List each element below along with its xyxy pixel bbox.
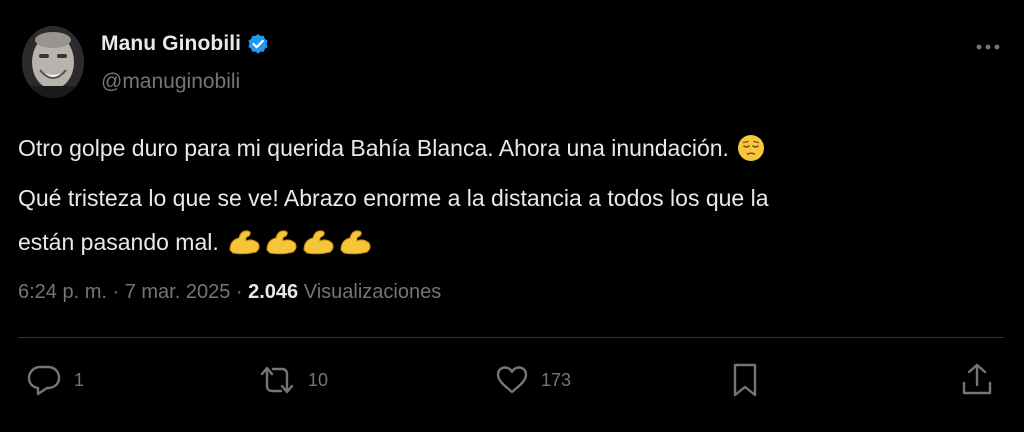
tweet-line-2: Qué tristeza lo que se ve! Abrazo enorme…	[18, 185, 769, 211]
repost-icon	[258, 363, 296, 397]
author-handle[interactable]: @manuginobili	[101, 70, 240, 94]
reply-button[interactable]: 1	[26, 362, 84, 398]
avatar-photo	[22, 26, 84, 98]
views-count: 2.046	[248, 281, 299, 303]
share-icon	[960, 362, 994, 398]
author-display-name[interactable]: Manu Ginobili	[101, 32, 241, 56]
tweet-text: Otro golpe duro para mi querida Bahía Bl…	[18, 126, 1003, 270]
tweet-meta: 6:24 p. m. · 7 mar. 2025 · 2.046 Visuali…	[18, 281, 441, 304]
avatar[interactable]	[22, 26, 84, 98]
tweet-line-1: Otro golpe duro para mi querida Bahía Bl…	[18, 126, 1003, 176]
tweet-line-1-text: Otro golpe duro para mi querida Bahía Bl…	[18, 135, 729, 161]
reply-icon	[26, 363, 62, 397]
tweet-line-3-text: están pasando mal.	[18, 229, 219, 255]
tweet-line-3: están pasando mal.	[18, 220, 1003, 270]
flexed-biceps-emoji-icon	[227, 226, 377, 270]
bookmark-icon	[729, 362, 761, 398]
meta-separator: ·	[106, 281, 125, 303]
verified-badge-icon[interactable]	[247, 33, 269, 55]
more-options-icon[interactable]	[972, 36, 1004, 58]
like-button[interactable]: 173	[495, 362, 571, 398]
divider	[18, 337, 1004, 338]
views-label: Visualizaciones	[303, 281, 442, 303]
heart-icon	[495, 364, 529, 396]
share-button[interactable]	[960, 362, 994, 398]
repost-count: 10	[308, 369, 329, 390]
tweet-card: Manu Ginobili @manuginobili Otro golpe d…	[0, 0, 1024, 432]
author-name-row: Manu Ginobili	[101, 32, 269, 56]
bookmark-button[interactable]	[729, 362, 761, 398]
meta-separator: ·	[230, 281, 249, 303]
tweet-date[interactable]: 7 mar. 2025	[125, 281, 231, 303]
tweet-time[interactable]: 6:24 p. m.	[18, 281, 107, 303]
repost-button[interactable]: 10	[258, 362, 328, 398]
pensive-face-emoji-icon	[737, 132, 765, 176]
like-count: 173	[541, 369, 572, 390]
reply-count: 1	[74, 369, 85, 390]
